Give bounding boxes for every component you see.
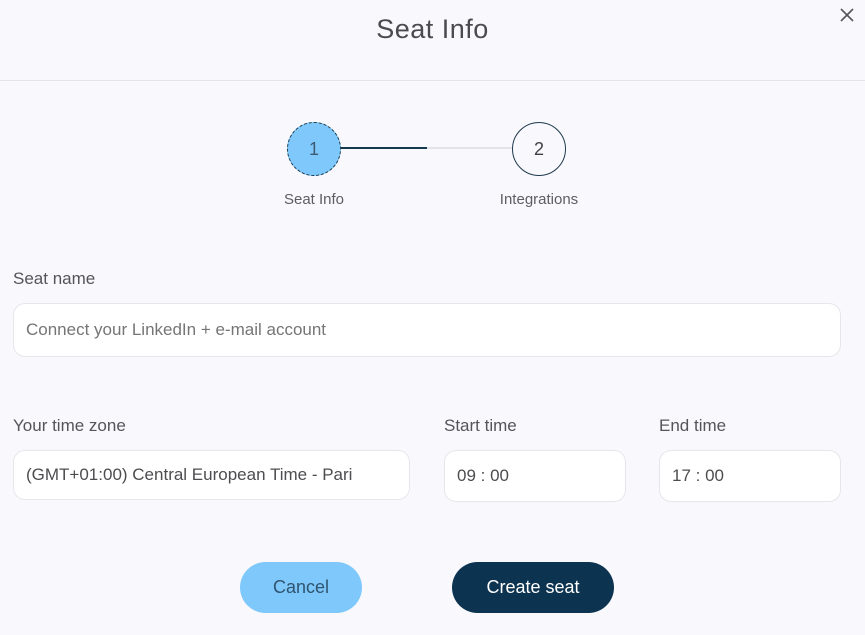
start-time-label: Start time [444, 416, 517, 435]
end-time-label: End time [659, 416, 727, 435]
time-zone-select[interactable]: (GMT+01:00) Central European Time - Pari [13, 450, 410, 500]
dialog-header: Seat Info [0, 0, 865, 81]
dialog-title: Seat Info [376, 14, 489, 44]
start-time-input[interactable]: 09 : 00 [444, 450, 626, 502]
step-1-label: Seat Info [283, 191, 345, 208]
seat-name-label: Seat name [13, 269, 96, 288]
end-time-input[interactable]: 17 : 00 [659, 450, 841, 502]
step-1-indicator: 1 [287, 122, 341, 176]
step-2-label: Integrations [499, 191, 579, 208]
step-connector-completed [341, 147, 427, 149]
cancel-button[interactable]: Cancel [240, 562, 362, 613]
time-zone-label: Your time zone [13, 416, 126, 435]
step-connector-pending [427, 147, 513, 149]
close-icon[interactable] [836, 4, 858, 26]
step-2-indicator: 2 [512, 122, 566, 176]
create-seat-button[interactable]: Create seat [452, 562, 614, 613]
seat-name-input[interactable] [13, 303, 841, 357]
